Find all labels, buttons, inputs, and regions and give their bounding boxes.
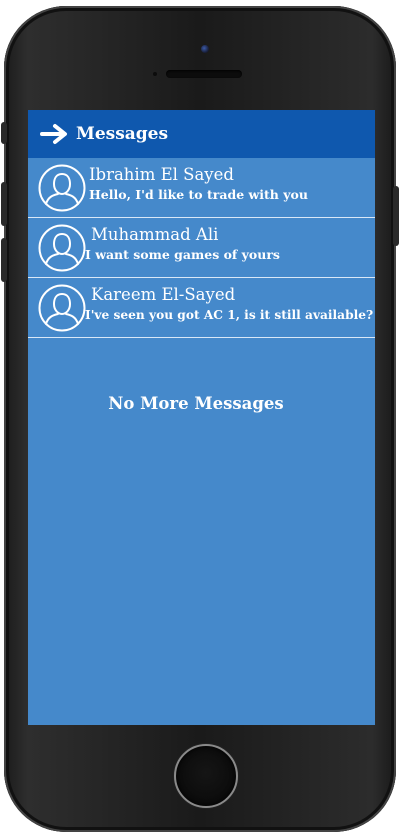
- volume-up-button: [1, 182, 7, 226]
- message-item[interactable]: Kareem El-Sayed I've seen you got AC 1, …: [28, 278, 375, 338]
- message-preview: I've seen you got AC 1, is it still avai…: [85, 308, 374, 322]
- message-text: Muhammad Ali I want some games of yours: [85, 224, 371, 264]
- proximity-sensor: [153, 72, 157, 76]
- message-sender: Ibrahim El Sayed: [89, 165, 234, 184]
- home-button[interactable]: [174, 744, 238, 808]
- message-item[interactable]: Muhammad Ali I want some games of yours: [28, 218, 375, 278]
- app-screen: Messages Ibrahim El Sayed Hello, I'd lik…: [28, 110, 375, 725]
- mute-switch: [1, 122, 7, 144]
- earpiece-speaker: [166, 70, 242, 78]
- volume-down-button: [1, 238, 7, 282]
- message-sender: Muhammad Ali: [91, 225, 219, 244]
- message-item[interactable]: Ibrahim El Sayed Hello, I'd like to trad…: [28, 158, 375, 218]
- message-sender: Kareem El-Sayed: [91, 285, 236, 304]
- user-avatar-icon: [38, 164, 86, 212]
- message-preview: Hello, I'd like to trade with you: [89, 187, 308, 202]
- user-avatar-icon: [38, 284, 86, 332]
- message-preview: I want some games of yours: [85, 247, 280, 262]
- header-bar: Messages: [28, 110, 375, 158]
- user-avatar-icon: [38, 224, 86, 272]
- front-camera: [201, 45, 209, 53]
- message-text: Kareem El-Sayed I've seen you got AC 1, …: [85, 284, 374, 324]
- message-text: Ibrahim El Sayed Hello, I'd like to trad…: [89, 164, 371, 204]
- arrow-right-icon[interactable]: [40, 123, 70, 145]
- empty-state-text: No More Messages: [108, 394, 284, 413]
- power-button: [393, 186, 399, 246]
- page-title: Messages: [76, 124, 169, 144]
